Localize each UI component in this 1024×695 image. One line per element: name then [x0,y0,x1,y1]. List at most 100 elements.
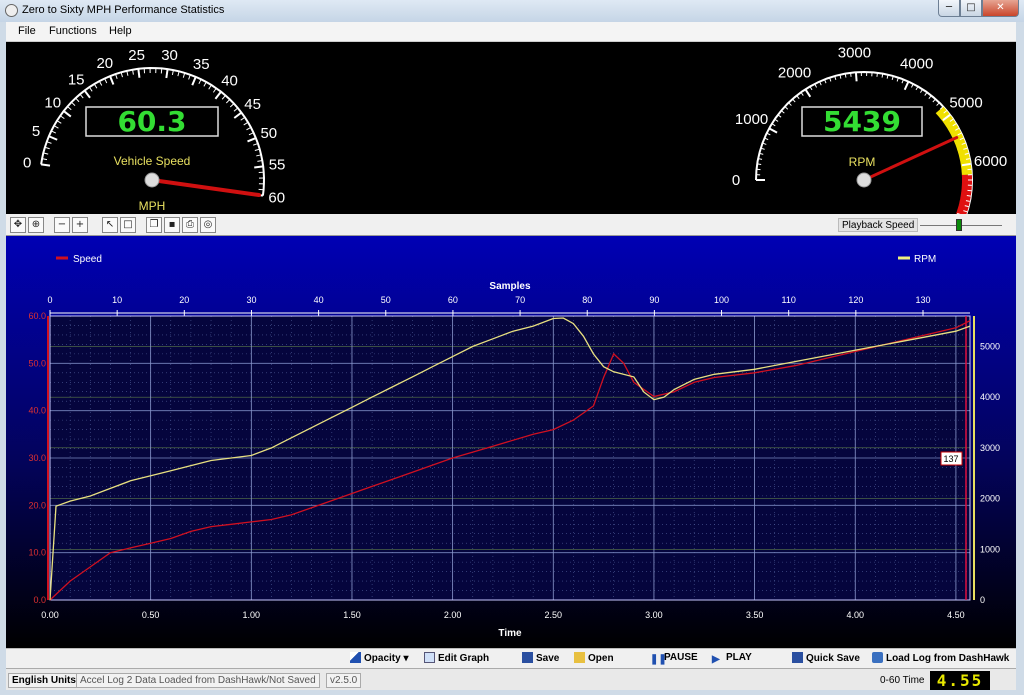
zero-sixty-time-label: 0-60 Time [880,675,925,686]
menu-functions[interactable]: Functions [49,25,97,37]
pointer-icon[interactable]: ↖ [102,217,118,233]
pan-icon[interactable]: ✥ [10,217,26,233]
open-folder-icon [574,652,585,663]
rpm-gauge-tick [784,106,789,110]
edit-graph-button[interactable]: Edit Graph [424,652,489,664]
left-tick-label: 50.0 [28,358,46,368]
rpm-gauge-tick [788,102,792,106]
rpm-gauge-tick [924,92,928,96]
right-tick-label: 5000 [980,341,1000,351]
top-tick-label: 80 [582,295,592,305]
top-tick-label: 40 [314,295,324,305]
speed-gauge-tick [165,68,169,79]
rpm-tick-label: 0 [732,172,740,189]
menu-help[interactable]: Help [109,25,132,37]
speed-gauge-tick [93,83,98,89]
speed-tick-label: 5 [32,123,40,140]
bottom-tick-label: 2.00 [444,610,462,620]
speed-gauge-tick [51,130,57,134]
rpm-gauge-tick [804,88,812,98]
bottom-tick-label: 4.50 [947,610,965,620]
rpm-gauge-tick [881,73,884,78]
top-tick-label: 60 [448,295,458,305]
speed-gauge-tick [71,101,76,107]
select-icon[interactable]: □ [120,217,136,233]
left-tick-label: 30.0 [28,453,46,463]
speed-gauge-tick [198,79,202,85]
rpm-gauge-tick [844,73,847,78]
pause-label: PAUSE [664,652,698,663]
open-button[interactable]: Open [574,652,614,664]
rpm-gauge-label: RPM [849,155,876,169]
quick-save-label: Quick Save [806,653,860,664]
zoom-in-icon[interactable]: + [72,217,88,233]
load-log-button[interactable]: Load Log from DashHawk [872,652,1009,664]
rpm-gauge-tick [966,195,971,197]
edit-graph-icon [424,652,435,663]
speed-gauge-tick [40,163,51,167]
maximize-button[interactable]: □ [960,0,982,17]
pause-button[interactable]: ❚❚PAUSE [650,652,698,665]
speed-gauge-tick [137,68,141,78]
top-tick-label: 0 [47,295,52,305]
gauge-panel: 60.3 Vehicle Speed MPH 0 5 10 15 20 25 30 35 40 4… [6,42,1016,214]
top-tick-label: 130 [915,295,930,305]
left-tick-label: 60.0 [28,311,46,321]
speed-gauge-tick [182,72,186,78]
playback-speed-thumb[interactable] [956,219,962,231]
minimize-button[interactable]: ─ [938,0,960,17]
status-bar: English Units Accel Log 2 Data Loaded fr… [6,668,1016,690]
window-title: Zero to Sixty MPH Performance Statistics [22,4,225,16]
units-indicator[interactable]: English Units [8,673,80,688]
speed-gauge-tick [104,78,108,84]
top-tick-label: 20 [179,295,189,305]
zoom-box-icon[interactable]: ⊕ [28,217,44,233]
app-icon [5,4,18,17]
speed-gauge-tick [214,91,222,100]
bottom-tick-label: 0.00 [41,610,59,620]
speed-gauge-tick [233,111,243,119]
speed-gauge-tick [247,137,257,143]
opacity-button[interactable]: Opacity ▾ [350,652,409,664]
rpm-tick-label: 6000 [974,153,1007,170]
bottom-tick-label: 0.50 [142,610,160,620]
opacity-icon [350,652,361,663]
status-message: Accel Log 2 Data Loaded from DashHawk/No… [76,673,320,688]
chart-toolbar: ✥ ⊕ − + ↖ □ ❐ ▪ ⎙ ◎ Playback Speed [6,214,1016,236]
edit-graph-label: Edit Graph [438,653,490,664]
rpm-gauge-tick [757,163,762,165]
speed-tick-label: 35 [193,56,210,73]
rpm-gauge-tick [768,127,778,134]
play-button[interactable]: ▶ PLAY [712,652,752,665]
speed-gauge-tick [59,115,65,120]
print-preview-icon[interactable]: ◎ [200,217,216,233]
action-bar: Opacity ▾ Edit Graph Save Open ❚❚PAUSE ▶… [6,648,1016,668]
top-tick-label: 120 [848,295,863,305]
rpm-gauge-tick [780,110,785,114]
menu-file[interactable]: File [18,25,36,37]
top-tick-label: 10 [112,295,122,305]
right-tick-label: 4000 [980,392,1000,402]
bottom-tick-label: 3.50 [746,610,764,620]
bottom-tick-label: 2.50 [545,610,563,620]
print-icon[interactable]: ⎙ [182,217,198,233]
legend-rpm: RPM [914,254,936,265]
close-button[interactable]: ✕ [982,0,1019,17]
speed-gauge-tick [48,135,58,141]
quick-save-button[interactable]: Quick Save [792,652,860,664]
bottom-tick-label: 4.00 [846,610,864,620]
copy-icon[interactable]: ❐ [146,217,162,233]
play-label: PLAY [726,652,752,663]
rpm-gauge: 5439 RPM 01000200030004000500060007000 [732,44,1007,214]
title-bar: Zero to Sixty MPH Performance Statistics… [0,0,1024,22]
legend-speed: Speed [73,254,102,265]
save-icon[interactable]: ▪ [164,217,180,233]
menu-bar: File Functions Help [6,22,1016,42]
speed-tick-label: 15 [68,71,85,88]
top-tick-label: 30 [246,295,256,305]
rpm-tick-label: 4000 [900,55,933,72]
save-button[interactable]: Save [522,652,559,664]
zoom-out-icon[interactable]: − [54,217,70,233]
rpm-gauge-tick [792,98,796,103]
speed-tick-label: 30 [161,47,178,64]
